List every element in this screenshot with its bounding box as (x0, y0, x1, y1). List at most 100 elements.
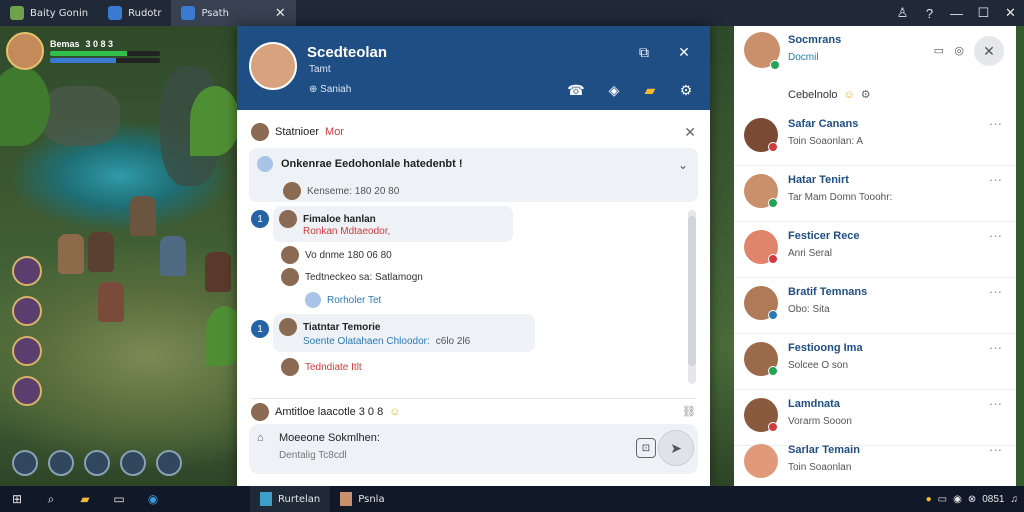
more-icon[interactable]: ··· (989, 442, 1002, 457)
browser-icon[interactable]: ◉ (136, 486, 170, 512)
tab-label: Psath (201, 7, 229, 19)
contact-item[interactable]: Festicer Rece Anri Seral ··· (734, 222, 1016, 278)
message-text: Soente Olatahaen Chloodor: (303, 336, 430, 347)
hero-sprite[interactable] (58, 234, 84, 274)
tray-icon[interactable]: ● (926, 494, 932, 505)
task-view-icon[interactable]: ▭ (102, 486, 136, 512)
contact-item[interactable]: Hatar Tenirt Tar Mam Domn Tooohr: ··· (734, 166, 1016, 222)
media-button[interactable]: ⊡ (636, 438, 656, 458)
contact-item[interactable]: Safar Canans Toin Soaonlan: A ··· (734, 110, 1016, 166)
help-icon[interactable]: ? (916, 0, 943, 26)
settings-icon[interactable]: ⚙ (676, 80, 696, 100)
tab-label: Rudotr (128, 7, 162, 19)
notification-icon[interactable]: ♫ (1011, 494, 1019, 505)
more-icon[interactable]: ··· (989, 172, 1002, 187)
send-button[interactable]: ➤ (658, 430, 694, 466)
message-composer[interactable]: ⌂ Moeeone Sokmlhen: Dentalig Tc8cdl ⊡ ➤ (249, 424, 698, 474)
contact-item[interactable]: Sarlar Temain Toin Soaonlan ··· (734, 436, 1016, 492)
folder-icon[interactable]: ▰ (640, 80, 660, 100)
close-button[interactable]: ✕ (974, 36, 1004, 66)
skill-icon[interactable] (156, 450, 182, 476)
mana-bar (50, 58, 160, 63)
message-list: 1 Fimaloe hanlan Ronkan Mdtaeodor, Vo dn… (249, 206, 689, 392)
message-row: Vo dnme 180 06 80 (281, 246, 392, 264)
panel-header: Socmrans Docmil ▭ ◎ ✕ (734, 26, 1016, 78)
hero-sprite[interactable] (98, 282, 124, 322)
hero-sprite[interactable] (88, 232, 114, 272)
message-text: Ronkan Mdtaeodor, (303, 226, 391, 237)
close-icon[interactable]: ✕ (674, 42, 694, 62)
tab-1[interactable]: Baity Gonin (0, 0, 98, 26)
contact-line: Toin (788, 462, 807, 473)
skill-icon[interactable] (12, 450, 38, 476)
skill-icon[interactable] (48, 450, 74, 476)
player-avatar[interactable] (6, 32, 44, 70)
party-member-icon[interactable] (12, 256, 42, 286)
message-extra: c6lo 2l6 (435, 336, 471, 347)
start-icon[interactable]: ⊞ (0, 486, 34, 512)
message-row: Soente Olatahaen Chloodor: c6lo 2l6 (303, 336, 470, 347)
avatar (283, 182, 301, 200)
panel-filter[interactable]: Cebelnolo ☺ ⚙ (788, 88, 871, 102)
message-text: Tedndiate Itlt (305, 361, 362, 373)
hero-sprite[interactable] (130, 196, 156, 236)
more-icon[interactable]: ··· (989, 340, 1002, 355)
file-explorer-icon[interactable]: ▰ (68, 486, 102, 512)
tray-icon[interactable]: ◉ (953, 494, 962, 505)
minimize-button[interactable]: — (943, 0, 970, 26)
contact-line2: Soaonlan: A (809, 136, 864, 147)
tab-2[interactable]: Rudotr (98, 0, 171, 26)
chat-subheader: Statnioer Mor ✕ (251, 122, 696, 142)
taskbar-app[interactable]: Rurtelan (250, 486, 331, 512)
tab-3[interactable]: Psath ✕ (171, 0, 296, 26)
party-member-icon[interactable] (12, 376, 42, 406)
call-icon[interactable]: ☎ (566, 80, 586, 100)
clock[interactable]: 0851 (982, 494, 1004, 505)
message-author: Fimaloe hanlan (303, 213, 376, 225)
contact-item[interactable]: Festioong Ima Solcee O son ··· (734, 334, 1016, 390)
contact-item[interactable]: Bratif Temnans Obo: Sita ··· (734, 278, 1016, 334)
emoji-icon[interactable]: ☺ (389, 406, 400, 418)
gear-icon: ⚙ (860, 89, 871, 101)
tray-icon[interactable]: ▭ (938, 494, 947, 505)
account-icon[interactable]: ♙ (889, 0, 916, 26)
message-text: Rorholer Tet (327, 294, 382, 306)
scrollbar[interactable] (688, 210, 696, 384)
chat-window: Scedteolan Tamt ⊕ Saniah ⧉ ✕ ☎ ◈ ▰ ⚙ Sta… (237, 26, 710, 486)
skill-icon[interactable] (120, 450, 146, 476)
reply-bar[interactable]: Amtitloe laacotle 3 0 8 ☺ ⛓ (251, 398, 696, 421)
popout-icon[interactable]: ⧉ (634, 42, 654, 62)
contact-name: Safar Canans (788, 118, 859, 130)
layers-icon[interactable]: ◈ (604, 80, 624, 100)
taskbar-app[interactable]: Psnla (330, 486, 394, 512)
party-member-icon[interactable] (12, 296, 42, 326)
close-icon[interactable]: ✕ (684, 124, 696, 141)
chat-avatar[interactable] (249, 42, 297, 90)
chevron-down-icon[interactable]: ⌄ (678, 158, 688, 172)
more-icon[interactable]: ··· (989, 228, 1002, 243)
skill-icon[interactable] (84, 450, 110, 476)
maximize-button[interactable]: ☐ (970, 0, 997, 26)
hero-sprite[interactable] (205, 252, 231, 292)
app-icon (10, 6, 24, 20)
more-icon[interactable]: ··· (989, 284, 1002, 299)
pinned-message[interactable]: Onkenrae Eedohonlale hatedenbt ! Kenseme… (249, 148, 698, 202)
chat-bubble-icon[interactable]: ▭ (934, 44, 944, 57)
close-button[interactable]: ✕ (997, 0, 1024, 26)
party-member-icon[interactable] (12, 336, 42, 366)
composer-placeholder[interactable]: Dentalig Tc8cdl (279, 450, 347, 461)
attach-icon[interactable]: ⌂ (257, 432, 264, 444)
hero-sprite[interactable] (160, 236, 186, 276)
tray-icon[interactable]: ⊗ (968, 494, 976, 505)
close-tab-icon[interactable]: ✕ (275, 6, 286, 21)
more-icon[interactable]: ··· (989, 116, 1002, 131)
search-icon[interactable]: ⌕ (34, 486, 68, 512)
link-icon[interactable]: ⛓ (682, 405, 696, 418)
more-icon[interactable]: ··· (989, 396, 1002, 411)
app-icon (260, 492, 272, 506)
panel-title: Socmrans (788, 34, 842, 46)
chat-subtitle: Tamt (309, 64, 331, 75)
player-level: 3 0 8 3 (85, 39, 114, 49)
settings-icon[interactable]: ◎ (954, 44, 964, 57)
taskbar: ⊞ ⌕ ▰ ▭ ◉ Rurtelan Psnla ● ▭ ◉ ⊗ 0851 ♫ (0, 486, 1024, 512)
